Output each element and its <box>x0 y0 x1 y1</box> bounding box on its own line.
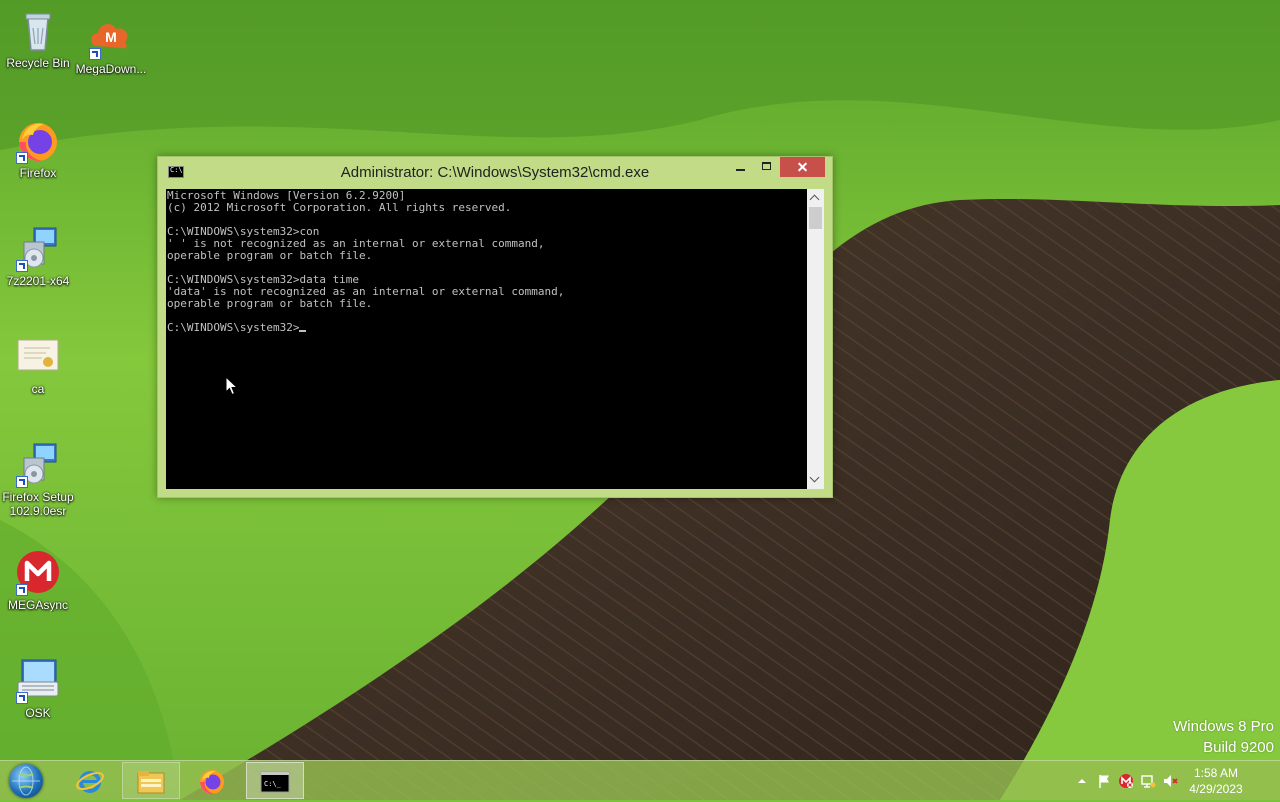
globe-icon <box>12 766 40 796</box>
taskbar-firefox[interactable] <box>184 762 242 799</box>
desktop-icon-ca[interactable]: ca <box>0 332 76 396</box>
console-prompt: C:\WINDOWS\system32> <box>167 321 300 334</box>
vertical-scrollbar[interactable] <box>807 189 824 489</box>
mega-icon <box>14 548 62 596</box>
taskbar-file-explorer[interactable] <box>122 762 180 799</box>
internet-explorer-icon <box>76 771 104 793</box>
os-watermark: Windows 8 Pro Build 9200 <box>1173 716 1274 758</box>
scroll-up-arrow-icon[interactable] <box>807 189 824 206</box>
shortcut-arrow-icon <box>16 152 28 164</box>
watermark-build: Build 9200 <box>1203 739 1274 756</box>
desktop-icon-label: Recycle Bin <box>6 56 70 70</box>
action-center-flag-icon[interactable] <box>1096 773 1112 789</box>
shortcut-arrow-icon <box>16 584 28 596</box>
scroll-thumb[interactable] <box>809 207 822 229</box>
desktop-icon-label: MEGAsync <box>7 598 68 612</box>
firefox-icon <box>200 770 224 795</box>
cmd-icon: C:\_ <box>260 771 290 793</box>
network-icon[interactable] <box>1140 773 1156 789</box>
title-bar[interactable]: C:\ Administrator: C:\Windows\System32\c… <box>158 157 832 189</box>
start-button[interactable] <box>9 764 43 798</box>
desktop-icon-label: 7z2201-x64 <box>6 274 70 288</box>
svg-text:M: M <box>105 29 117 45</box>
clock-date[interactable]: 4/29/2023 <box>1176 782 1256 796</box>
cmd-icon-text: C:\_ <box>264 780 282 788</box>
installer-icon <box>14 440 62 488</box>
desktop-icon-label: MegaDown... <box>75 62 147 76</box>
shortcut-arrow-icon <box>16 260 28 272</box>
keyboard-icon <box>14 656 62 704</box>
console-output[interactable]: Microsoft Windows [Version 6.2.9200] (c)… <box>166 189 807 489</box>
desktop-icon-label: Firefox <box>19 166 57 180</box>
shortcut-arrow-icon <box>16 692 28 704</box>
desktop-icon-label: Firefox Setup 102.9.0esr <box>2 490 74 518</box>
installer-icon <box>14 224 62 272</box>
shortcut-arrow-icon <box>89 48 101 60</box>
minimize-button[interactable] <box>728 157 754 177</box>
taskbar-command-prompt[interactable]: C:\_ <box>246 762 304 799</box>
maximize-button[interactable] <box>754 157 780 177</box>
desktop-icon-firefox[interactable]: Firefox <box>0 116 76 180</box>
desktop-icon-osk[interactable]: OSK <box>0 656 76 720</box>
recycle-bin-icon <box>14 6 62 54</box>
megadownloader-icon: M <box>87 12 135 60</box>
mouse-pointer-icon <box>225 376 239 396</box>
mega-sync-tray-icon[interactable] <box>1118 773 1134 789</box>
cmd-window[interactable]: C:\ Administrator: C:\Windows\System32\c… <box>157 156 833 498</box>
console-line: (c) 2012 Microsoft Corporation. All righ… <box>167 201 512 214</box>
desktop-icon-recycle-bin[interactable]: Recycle Bin <box>0 6 76 70</box>
desktop-icon-label: ca <box>31 382 45 396</box>
scroll-down-arrow-icon[interactable] <box>807 472 824 489</box>
desktop-icon-label: OSK <box>25 706 51 720</box>
taskbar-internet-explorer[interactable] <box>62 762 120 799</box>
text-cursor <box>299 330 307 332</box>
show-hidden-icons-chevron-icon[interactable] <box>1074 773 1090 789</box>
desktop-icon-megadownloader[interactable]: M MegaDown... <box>73 12 149 76</box>
desktop-icon-firefox-setup[interactable]: Firefox Setup 102.9.0esr <box>0 440 76 518</box>
file-explorer-icon <box>137 771 165 794</box>
clock-time[interactable]: 1:58 AM <box>1176 766 1256 780</box>
console-text: Microsoft Windows [Version 6.2.9200] (c)… <box>166 189 807 334</box>
shortcut-arrow-icon <box>16 476 28 488</box>
firefox-icon <box>14 116 62 164</box>
desktop-icon-megasync[interactable]: MEGAsync <box>0 548 76 612</box>
watermark-edition: Windows 8 Pro <box>1173 718 1274 735</box>
system-tray: 1:58 AM 4/29/2023 <box>1070 761 1280 801</box>
certificate-icon <box>14 332 62 380</box>
close-button[interactable] <box>780 157 825 177</box>
taskbar: C:\_ 1:58 AM 4/29/2023 <box>0 760 1280 800</box>
desktop-icon-7z-installer[interactable]: 7z2201-x64 <box>0 224 76 288</box>
console-line: operable program or batch file. <box>167 249 373 262</box>
console-line: operable program or batch file. <box>167 297 373 310</box>
